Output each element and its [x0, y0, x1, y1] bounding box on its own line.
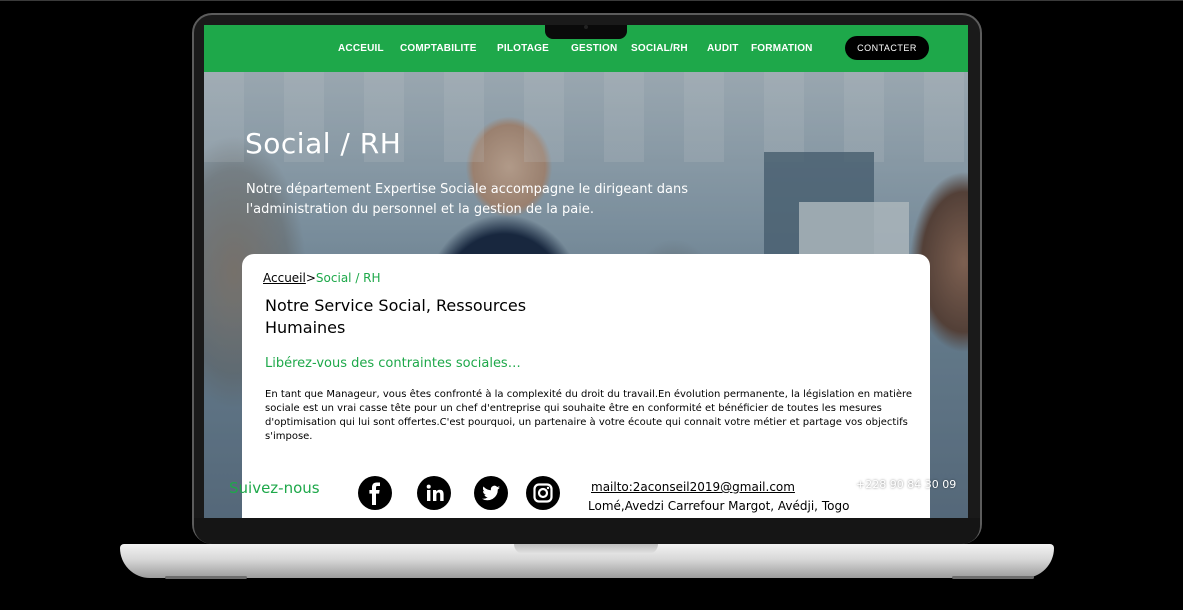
section-body: En tant que Manageur, vous êtes confront… [265, 389, 913, 442]
breadcrumb-current: Social / RH [315, 271, 381, 285]
nav-item-comptabilite[interactable]: COMPTABILITE [400, 43, 477, 54]
nav-item-pilotage[interactable]: PILOTAGE [497, 43, 549, 54]
email-link[interactable]: mailto:2aconseil2019@gmail.com [591, 480, 795, 494]
nav-item-gestion[interactable]: GESTION [571, 43, 617, 54]
section-tagline: Libérez-vous des contraintes sociales… [265, 356, 521, 371]
camera-notch [545, 25, 627, 39]
laptop-groove [514, 544, 658, 554]
nav-item-social-rh[interactable]: SOCIAL/RH [631, 43, 688, 54]
phone-number: +228 90 84 30 09 [856, 478, 957, 491]
section-title: Notre Service Social, Ressources Humaine… [265, 296, 527, 337]
follow-us-label: Suivez-nous [229, 479, 320, 497]
breadcrumb-home-link[interactable]: Accueil [263, 271, 306, 285]
facebook-icon[interactable] [358, 476, 392, 510]
top-edge [0, 0, 1183, 1]
address-text: Lomé,Avedzi Carrefour Margot, Avédji, To… [588, 499, 850, 513]
contact-button[interactable]: CONTACTER [845, 36, 929, 60]
linkedin-icon[interactable] [417, 476, 451, 510]
laptop-foot-left [165, 576, 247, 579]
page-subtitle: Notre département Expertise Sociale acco… [246, 182, 688, 217]
breadcrumb: Accueil>Social / RH [263, 271, 381, 285]
nav-item-formation[interactable]: FORMATION [751, 43, 813, 54]
nav-item-acceuil[interactable]: ACCEUIL [338, 43, 384, 54]
instagram-icon[interactable] [526, 476, 560, 510]
page-title: Social / RH [245, 127, 402, 160]
breadcrumb-separator: > [305, 271, 316, 285]
twitter-icon[interactable] [474, 476, 508, 510]
content-card: Accueil>Social / RH Notre Service Social… [242, 254, 930, 518]
nav-item-audit[interactable]: AUDIT [707, 43, 739, 54]
laptop-foot-right [952, 576, 1034, 579]
laptop-screen: Social / RH Notre département Expertise … [204, 25, 968, 518]
laptop-chin [194, 518, 980, 544]
camera-icon [584, 25, 588, 29]
